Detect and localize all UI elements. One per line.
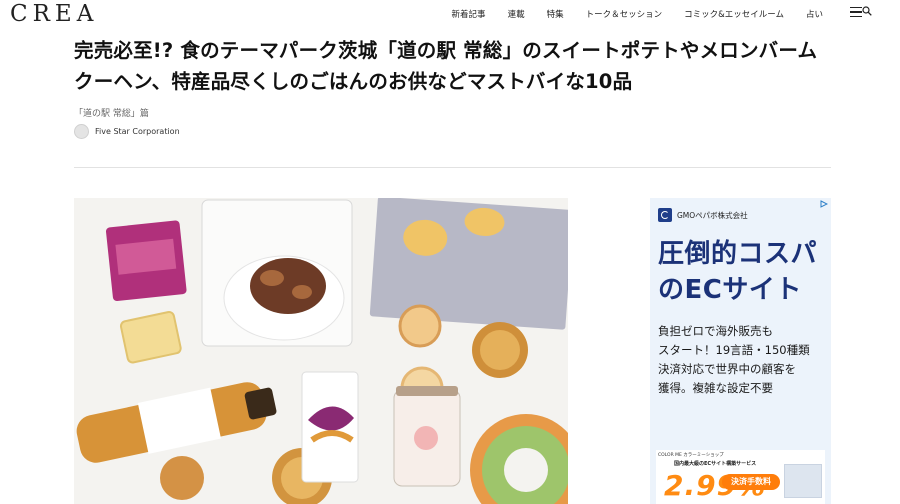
sidebar-ad[interactable]: GMOペパボ株式会社 圧倒的コスパ のECサイト 負担ゼロで海外販売も スタート…	[650, 198, 831, 504]
ad-brand: GMOペパボ株式会社	[658, 208, 748, 222]
nav-item-talk[interactable]: トーク＆セッション	[575, 8, 674, 20]
nav-item-series[interactable]: 連載	[497, 8, 536, 20]
article-title: 完売必至!? 食のテーマパーク茨城「道の駅 常総」のスイートポテトやメロンバーム…	[74, 39, 818, 93]
nav-item-new[interactable]: 新着記事	[441, 8, 497, 20]
ad-body-line2: スタート！19言語・150種類	[658, 343, 810, 357]
ad-headline-line1: 圧倒的コスパ	[658, 239, 818, 269]
product-photo	[74, 198, 568, 504]
ad-body-line4: 獲得。複雑な設定不要	[658, 381, 773, 395]
hamburger-icon	[850, 7, 862, 17]
ad-body: 負担ゼロで海外販売も スタート！19言語・150種類 決済対応で世界中の顧客を …	[658, 322, 828, 398]
ad-headline: 圧倒的コスパ のECサイト	[658, 236, 828, 308]
banner-fee-badge: 決済手数料	[722, 474, 780, 490]
ad-headline-line2: のECサイト	[658, 275, 802, 305]
ad-choices-icon[interactable]	[820, 200, 828, 208]
ad-brand-name: GMOペパボ株式会社	[677, 210, 748, 220]
ad-body-line3: 決済対応で世界中の顧客を	[658, 362, 796, 376]
header-divider	[74, 167, 831, 168]
nav-item-feature[interactable]: 特集	[536, 8, 575, 20]
main-nav: 新着記事 連載 特集 トーク＆セッション コミック&エッセイルーム 占い	[441, 8, 834, 20]
search-icon	[862, 6, 872, 16]
brand-logo-icon	[658, 208, 672, 222]
author-avatar	[74, 124, 89, 139]
menu-search-button[interactable]	[850, 6, 876, 20]
banner-screenshot-image	[784, 464, 822, 498]
banner-brand: COLOR ME カラーミーショップ	[658, 453, 724, 458]
author-byline[interactable]: Five Star Corporation	[74, 124, 180, 139]
nav-item-comic[interactable]: コミック&エッセイルーム	[673, 8, 795, 20]
ad-banner[interactable]: COLOR ME カラーミーショップ 国内最大級のECサイト構築サービス 2.9…	[656, 450, 825, 504]
nav-item-fortune[interactable]: 占い	[795, 8, 834, 20]
article-series-link[interactable]: 「道の駅 常総」篇	[74, 106, 149, 119]
hero-image	[74, 198, 568, 504]
ad-body-line1: 負担ゼロで海外販売も	[658, 324, 773, 338]
author-name: Five Star Corporation	[95, 127, 180, 136]
site-header: CREA 新着記事 連載 特集 トーク＆セッション コミック&エッセイルーム 占…	[0, 0, 900, 28]
banner-tagline: 国内最大級のECサイト構築サービス	[674, 461, 757, 467]
site-logo[interactable]: CREA	[10, 1, 98, 27]
